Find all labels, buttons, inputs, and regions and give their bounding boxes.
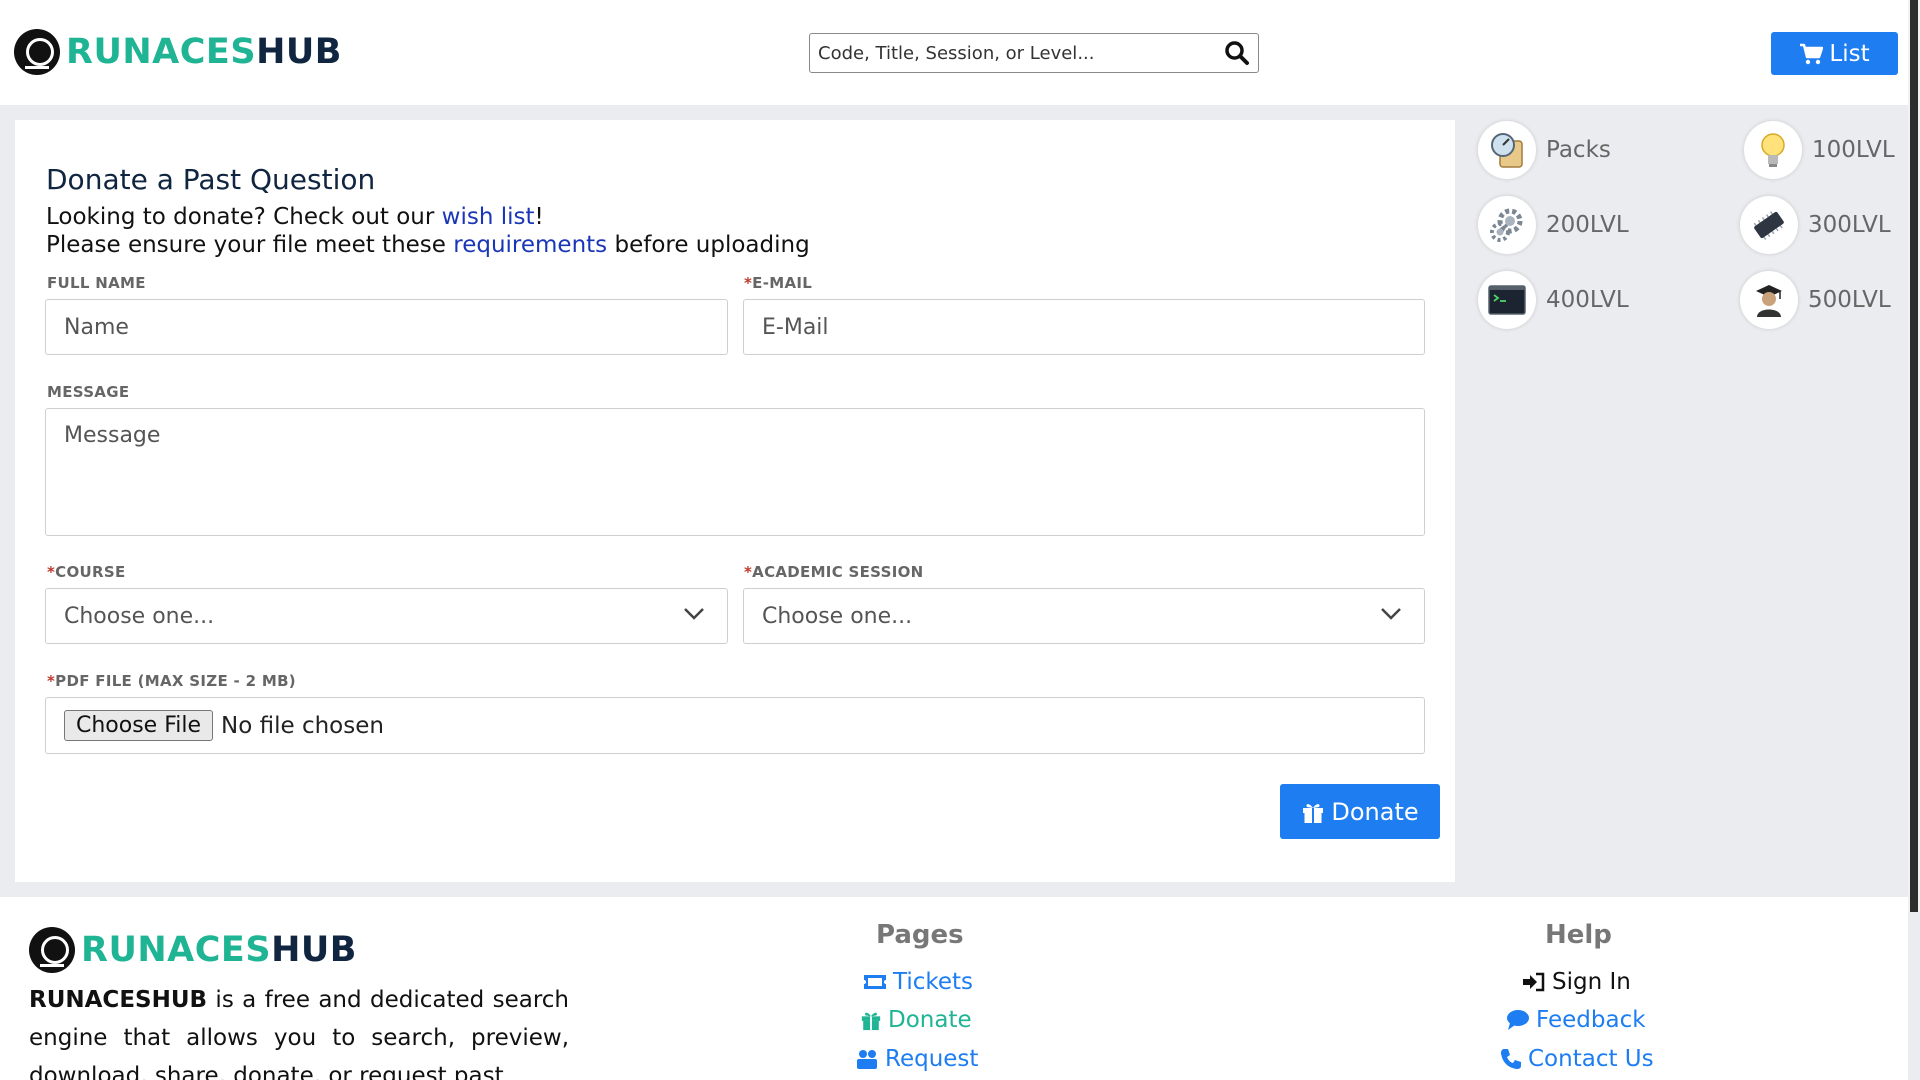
comment-icon (1507, 1010, 1529, 1030)
sidebar-item-500lvl[interactable]: 500LVL (1740, 271, 1891, 329)
terminal-icon (1488, 285, 1526, 315)
sidebar-item-label: 300LVL (1808, 212, 1891, 238)
sidebar-item-label: Packs (1546, 137, 1611, 163)
gift-icon (1303, 803, 1324, 823)
search-button[interactable] (1216, 34, 1258, 72)
chip-icon (1753, 211, 1784, 240)
footer-link-donate[interactable]: Donate (860, 1007, 972, 1033)
ticket-icon (864, 975, 886, 989)
sidebar-item-label: 400LVL (1546, 287, 1629, 313)
intro-text: Looking to donate? Check out our wish li… (46, 204, 544, 230)
footer-link-sign-in[interactable]: Sign In (1522, 969, 1631, 995)
cart-icon (1800, 43, 1824, 64)
people-icon (857, 1050, 877, 1069)
gift-icon (861, 1012, 881, 1031)
message-label: MESSAGE (47, 383, 130, 401)
pdf-file-label: *PDF FILE (MAX SIZE - 2 MB) (47, 672, 296, 690)
scrollbar-thumb[interactable] (1910, 0, 1918, 912)
sidebar-item-label: 100LVL (1812, 137, 1895, 163)
list-button[interactable]: List (1771, 32, 1898, 75)
gears-icon (1490, 208, 1523, 242)
search-input[interactable] (810, 34, 1216, 72)
choose-file-button[interactable]: Choose File (64, 710, 214, 741)
email-field[interactable]: E-Mail (743, 299, 1425, 355)
graduate-icon (1756, 285, 1782, 317)
donate-button[interactable]: Donate (1280, 784, 1440, 839)
academic-session-label: *ACADEMIC SESSION (744, 563, 924, 581)
page-footer: RUNACESHUB RUNACESHUB is a free and dedi… (0, 897, 1908, 1080)
top-header: RUNACESHUB List (0, 0, 1908, 105)
sign-in-icon (1523, 972, 1545, 992)
brand-part2: HUB (256, 32, 342, 72)
chevron-down-icon (684, 608, 704, 620)
sidebar-item-label: 200LVL (1546, 212, 1629, 238)
phone-icon (1501, 1049, 1521, 1069)
footer-link-tickets[interactable]: Tickets (863, 969, 973, 995)
search-box (809, 33, 1259, 73)
file-status: No file chosen (221, 712, 384, 739)
sidebar-item-400lvl[interactable]: 400LVL (1478, 271, 1629, 329)
requirements-link[interactable]: requirements (453, 232, 607, 258)
footer-link-feedback[interactable]: Feedback (1506, 1007, 1646, 1033)
full-name-field[interactable]: Name (45, 299, 728, 355)
message-textarea[interactable]: Message (45, 408, 1425, 536)
course-select[interactable]: Choose one... (45, 588, 728, 644)
footer-link-request[interactable]: Request (855, 1046, 978, 1072)
course-label: *COURSE (47, 563, 126, 581)
academic-session-select[interactable]: Choose one... (743, 588, 1425, 644)
sidebar-item-100lvl[interactable]: 100LVL (1744, 121, 1895, 179)
email-label: *E-MAIL (744, 274, 813, 292)
donate-form-card: Donate a Past Question Looking to donate… (15, 120, 1455, 882)
full-name-label: FULL NAME (47, 274, 146, 292)
brand-logo[interactable]: RUNACESHUB (14, 29, 342, 75)
list-button-label: List (1829, 40, 1870, 67)
footer-brand-logo[interactable]: RUNACESHUB (29, 927, 357, 973)
pdf-file-input: Choose File No file chosen (45, 697, 1425, 754)
sidebar-item-200lvl[interactable]: 200LVL (1478, 196, 1629, 254)
logo-mark-icon (29, 927, 75, 973)
sidebar-item-packs[interactable]: Packs (1478, 121, 1611, 179)
page-title: Donate a Past Question (46, 163, 376, 196)
footer-description: RUNACESHUB is a free and dedicated searc… (29, 987, 569, 1080)
lightbulb-icon (1761, 133, 1785, 167)
brand-part1: RUNACES (81, 930, 272, 970)
requirements-text: Please ensure your file meet these requi… (46, 232, 810, 258)
footer-help-title: Help (1545, 920, 1612, 950)
wish-list-link[interactable]: wish list (442, 204, 535, 230)
sidebar-item-label: 500LVL (1808, 287, 1891, 313)
logo-mark-icon (14, 29, 60, 75)
footer-link-contact-us[interactable]: Contact Us (1500, 1046, 1654, 1072)
donate-button-label: Donate (1331, 797, 1419, 826)
brand-part1: RUNACES (66, 32, 257, 72)
brand-part2: HUB (271, 930, 357, 970)
search-icon (1225, 41, 1249, 65)
chevron-down-icon (1381, 608, 1401, 620)
footer-pages-title: Pages (876, 920, 964, 950)
compass-scroll-icon (1491, 133, 1523, 168)
sidebar-item-300lvl[interactable]: 300LVL (1740, 196, 1891, 254)
